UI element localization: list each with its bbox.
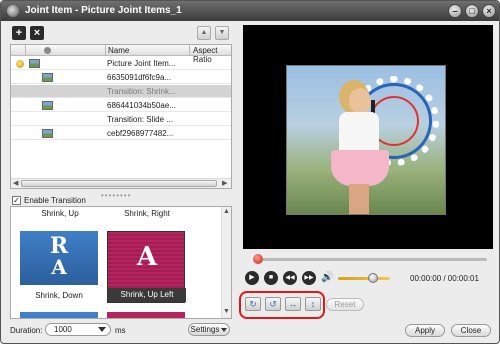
duration-label: Duration: [10, 326, 43, 335]
list-header: Name Aspect Ratio [11, 45, 231, 64]
transition-tile-partial[interactable] [107, 312, 185, 318]
add-item-button[interactable]: + [12, 26, 26, 40]
minimize-button[interactable]: – [448, 4, 462, 18]
tile-letter: A [136, 242, 158, 272]
list-item[interactable]: cebf2968977482... [11, 127, 231, 140]
list-item[interactable]: Picture Joint Item... [11, 57, 231, 70]
group-bullet-icon [16, 60, 24, 68]
image-thumbnail-icon [42, 129, 53, 138]
image-thumbnail-icon [42, 101, 53, 110]
list-item[interactable]: Transition: Slide ... [11, 113, 231, 126]
scroll-thumb[interactable] [21, 180, 217, 187]
remove-item-button[interactable]: × [30, 26, 44, 40]
column-divider [189, 45, 190, 56]
list-item-name: cebf2968977482... [107, 129, 174, 138]
transition-caption: Shrink, Down [35, 291, 83, 300]
list-item-name: Picture Joint Item... [107, 59, 176, 68]
preview-image [286, 65, 446, 215]
tile-letter: A [51, 255, 67, 279]
app-icon [7, 5, 19, 17]
transition-gallery: Shrink, Up Shrink, Right R A Shrink, Dow… [10, 206, 232, 319]
duration-value: 1000 [54, 325, 72, 334]
list-item-selected[interactable]: Transition: Shrink... [11, 85, 231, 98]
person-body [339, 112, 379, 152]
transition-label: Shrink, Right [124, 209, 170, 218]
scroll-right-icon[interactable]: ▶ [222, 179, 227, 187]
settings-label: Settings [190, 325, 220, 334]
column-divider [105, 45, 106, 56]
column-header-name[interactable]: Name [108, 46, 129, 55]
status-column-icon [44, 47, 51, 54]
person-legs [349, 184, 369, 214]
person-skirt [331, 150, 389, 186]
list-item[interactable]: 686441034b50ae... [11, 99, 231, 112]
vertical-scrollbar[interactable]: ▲ ▼ [221, 207, 231, 318]
list-item-name: 6635091df6fc9a... [107, 73, 172, 82]
previous-button[interactable]: ◀◀ [283, 271, 297, 285]
image-thumbnail-icon [42, 73, 53, 82]
scroll-down-icon[interactable]: ▼ [223, 308, 230, 315]
joint-items-list: Name Aspect Ratio Picture Joint Item... … [10, 44, 232, 189]
list-item-name: Transition: Slide ... [107, 115, 173, 124]
horizontal-scrollbar[interactable]: ◀ ▶ [11, 178, 231, 188]
volume-slider[interactable] [338, 277, 390, 280]
duration-unit: ms [115, 326, 126, 335]
move-down-button[interactable]: ▼ [215, 26, 229, 40]
chevron-down-icon [98, 327, 106, 332]
list-item-name: 686441034b50ae... [107, 101, 176, 110]
apply-button[interactable]: Apply [405, 324, 445, 337]
stop-button[interactable]: ■ [264, 271, 278, 285]
preview-pane [243, 25, 493, 249]
scroll-left-icon[interactable]: ◀ [13, 179, 18, 187]
volume-knob[interactable] [368, 273, 378, 283]
flip-vertical-button[interactable]: ↕ [305, 297, 321, 311]
reset-button[interactable]: Reset [326, 298, 364, 311]
close-window-button[interactable]: × [482, 4, 496, 18]
transition-label: Shrink, Up [41, 209, 79, 218]
joint-item-window: Joint Item - Picture Joint Items_1 – □ ×… [0, 0, 500, 344]
transition-tile-partial[interactable] [20, 312, 98, 318]
timeline-track[interactable] [255, 258, 487, 261]
list-item-name: Transition: Shrink... [107, 87, 176, 96]
enable-transition-label: Enable Transition [24, 196, 86, 205]
volume-icon[interactable]: 🔊 [321, 272, 333, 284]
image-thumbnail-icon [29, 59, 40, 68]
person-head [349, 88, 371, 114]
transition-tile-shrink-down[interactable]: R A [20, 231, 98, 285]
close-button[interactable]: Close [451, 324, 491, 337]
rotate-right-button[interactable]: ↻ [245, 297, 261, 311]
duration-dropdown[interactable]: 1000 [45, 323, 111, 336]
move-up-button[interactable]: ▲ [197, 26, 211, 40]
panel-splitter[interactable]: •••••••• [101, 191, 131, 200]
flip-horizontal-button[interactable]: ↔ [285, 297, 301, 311]
scroll-up-icon[interactable]: ▲ [223, 208, 230, 215]
title-bar: Joint Item - Picture Joint Items_1 – □ × [1, 1, 499, 21]
timeline-knob[interactable] [253, 254, 263, 264]
time-display: 00:00:00 / 00:00:01 [410, 274, 479, 283]
next-button[interactable]: ▶▶ [302, 271, 316, 285]
caret-down-icon [221, 327, 228, 332]
column-divider [25, 45, 26, 56]
enable-transition-checkbox[interactable]: ✓ [12, 196, 21, 205]
transition-caption-selected: Shrink, Up Left [108, 288, 186, 302]
transition-tile-shrink-up-left[interactable]: A Shrink, Up Left [107, 231, 186, 303]
settings-button[interactable]: Settings [188, 323, 230, 336]
list-item[interactable]: 6635091df6fc9a... [11, 71, 231, 84]
play-button[interactable]: ▶ [245, 271, 259, 285]
window-title: Joint Item - Picture Joint Items_1 [25, 5, 182, 16]
maximize-button[interactable]: □ [465, 4, 479, 18]
rotate-left-button[interactable]: ↺ [265, 297, 281, 311]
